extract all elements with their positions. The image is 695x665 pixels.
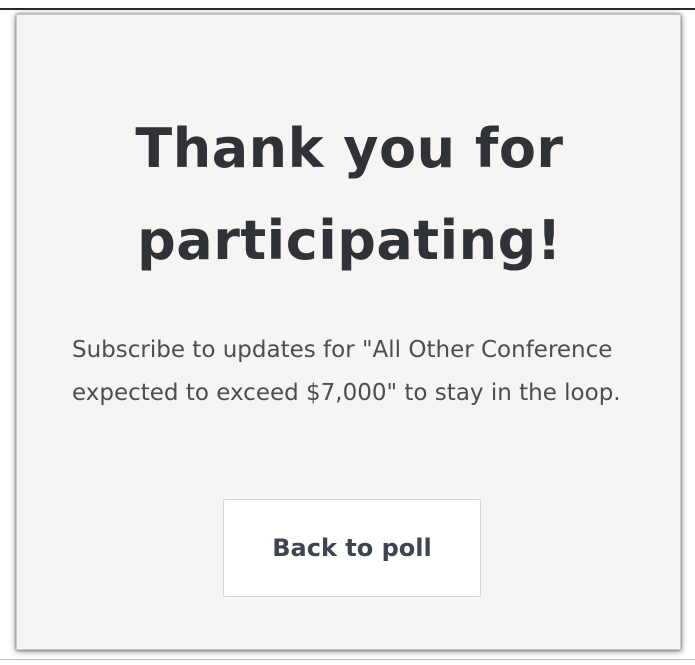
top-border-line <box>0 8 695 10</box>
thank-you-card: Thank you for participating! Subscribe t… <box>16 14 681 650</box>
subscribe-message: Subscribe to updates for "All Other Conf… <box>72 337 621 406</box>
bottom-border-line <box>0 659 695 660</box>
thank-you-heading: Thank you for participating! <box>135 117 564 272</box>
back-to-poll-button[interactable]: Back to poll <box>223 499 481 597</box>
